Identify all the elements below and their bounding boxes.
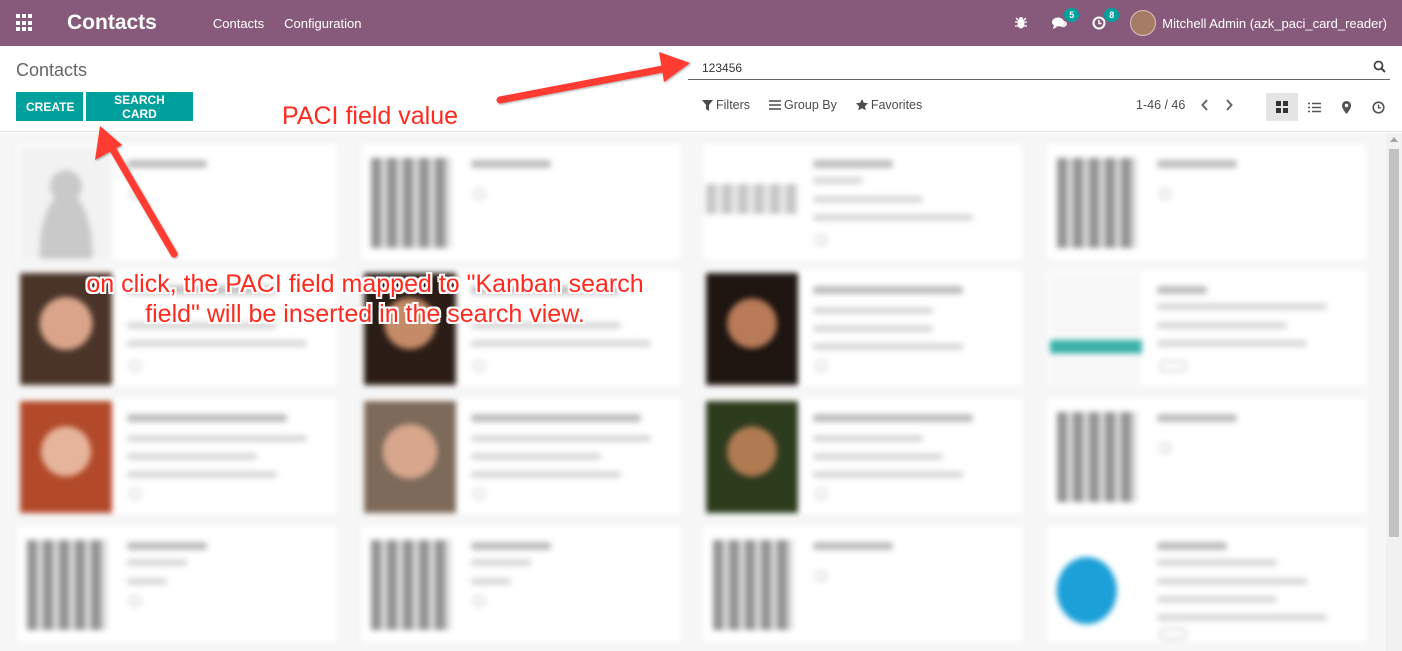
kanban-card[interactable]	[1046, 525, 1368, 643]
top-navbar: Contacts Contacts Configuration 5 8 Mitc…	[0, 0, 1402, 46]
messages-count-badge: 5	[1064, 8, 1080, 22]
debug-bug-icon[interactable]	[1014, 16, 1028, 30]
kanban-card[interactable]	[360, 397, 682, 515]
star-icon	[855, 99, 868, 111]
search-options: Filters Group By Favorites	[702, 98, 941, 112]
activities-clock-icon[interactable]: 8	[1092, 8, 1120, 30]
app-title: Contacts	[67, 11, 157, 34]
favorites-label: Favorites	[870, 98, 923, 112]
kanban-card[interactable]	[16, 397, 338, 515]
scroll-up-arrow-icon[interactable]	[1390, 137, 1398, 142]
activities-count-badge: 8	[1104, 8, 1120, 22]
group-by-dropdown[interactable]: Group By	[769, 98, 837, 112]
filters-dropdown[interactable]: Filters	[702, 98, 750, 112]
kanban-card[interactable]	[16, 143, 338, 261]
filter-funnel-icon	[702, 99, 713, 111]
menu-configuration[interactable]: Configuration	[284, 16, 361, 31]
kanban-card[interactable]	[1046, 397, 1368, 515]
create-button[interactable]: CREATE	[16, 92, 83, 121]
map-view-icon[interactable]	[1330, 93, 1362, 121]
annotation-paci-value: PACI field value	[282, 102, 459, 130]
control-panel: Contacts CREATE SEARCH CARD Filters Grou…	[0, 46, 1402, 132]
favorites-dropdown[interactable]: Favorites	[855, 98, 923, 112]
user-avatar[interactable]	[1130, 10, 1157, 36]
pager-previous-icon[interactable]	[1201, 99, 1209, 111]
menu-contacts[interactable]: Contacts	[213, 16, 264, 31]
annotation-on-click-line1: on click, the PACI field mapped to "Kanb…	[86, 270, 644, 298]
search-bar	[688, 58, 1390, 80]
kanban-view-icon[interactable]	[1266, 93, 1298, 121]
kanban-card[interactable]	[702, 397, 1024, 515]
scroll-thumb[interactable]	[1389, 149, 1399, 537]
filters-label: Filters	[716, 98, 751, 112]
kanban-card[interactable]	[702, 525, 1024, 643]
kanban-card[interactable]	[702, 143, 1024, 261]
kanban-card[interactable]	[1046, 269, 1368, 387]
user-menu[interactable]: Mitchell Admin (azk_paci_card_reader)	[1162, 16, 1387, 31]
pager: 1-46 / 46	[1136, 98, 1234, 112]
activity-view-icon[interactable]	[1362, 93, 1394, 121]
kanban-card[interactable]	[1046, 143, 1368, 261]
kanban-scrollbar[interactable]	[1386, 133, 1402, 651]
annotation-on-click-line2: field" will be inserted in the search vi…	[145, 300, 585, 328]
apps-menu-icon[interactable]	[16, 14, 34, 32]
search-icon[interactable]	[1373, 60, 1386, 78]
kanban-card[interactable]	[360, 143, 682, 261]
annotation-on-click: on click, the PACI field mapped to "Kanb…	[30, 269, 700, 329]
kanban-card[interactable]	[16, 525, 338, 643]
view-switcher	[1266, 93, 1394, 121]
group-by-label: Group By	[784, 98, 837, 112]
pager-next-icon[interactable]	[1225, 99, 1234, 111]
kanban-card[interactable]	[360, 525, 682, 643]
messages-icon[interactable]: 5	[1052, 8, 1080, 30]
kanban-card[interactable]	[702, 269, 1024, 387]
group-by-lines-icon	[769, 100, 782, 110]
search-input[interactable]	[688, 58, 1348, 78]
list-view-icon[interactable]	[1298, 93, 1330, 121]
kanban-view	[0, 133, 1386, 651]
kanban-cards-blurred	[0, 133, 1386, 651]
pager-value[interactable]: 1-46 / 46	[1136, 98, 1185, 112]
search-card-button[interactable]: SEARCH CARD	[86, 92, 193, 121]
breadcrumb[interactable]: Contacts	[16, 60, 87, 81]
